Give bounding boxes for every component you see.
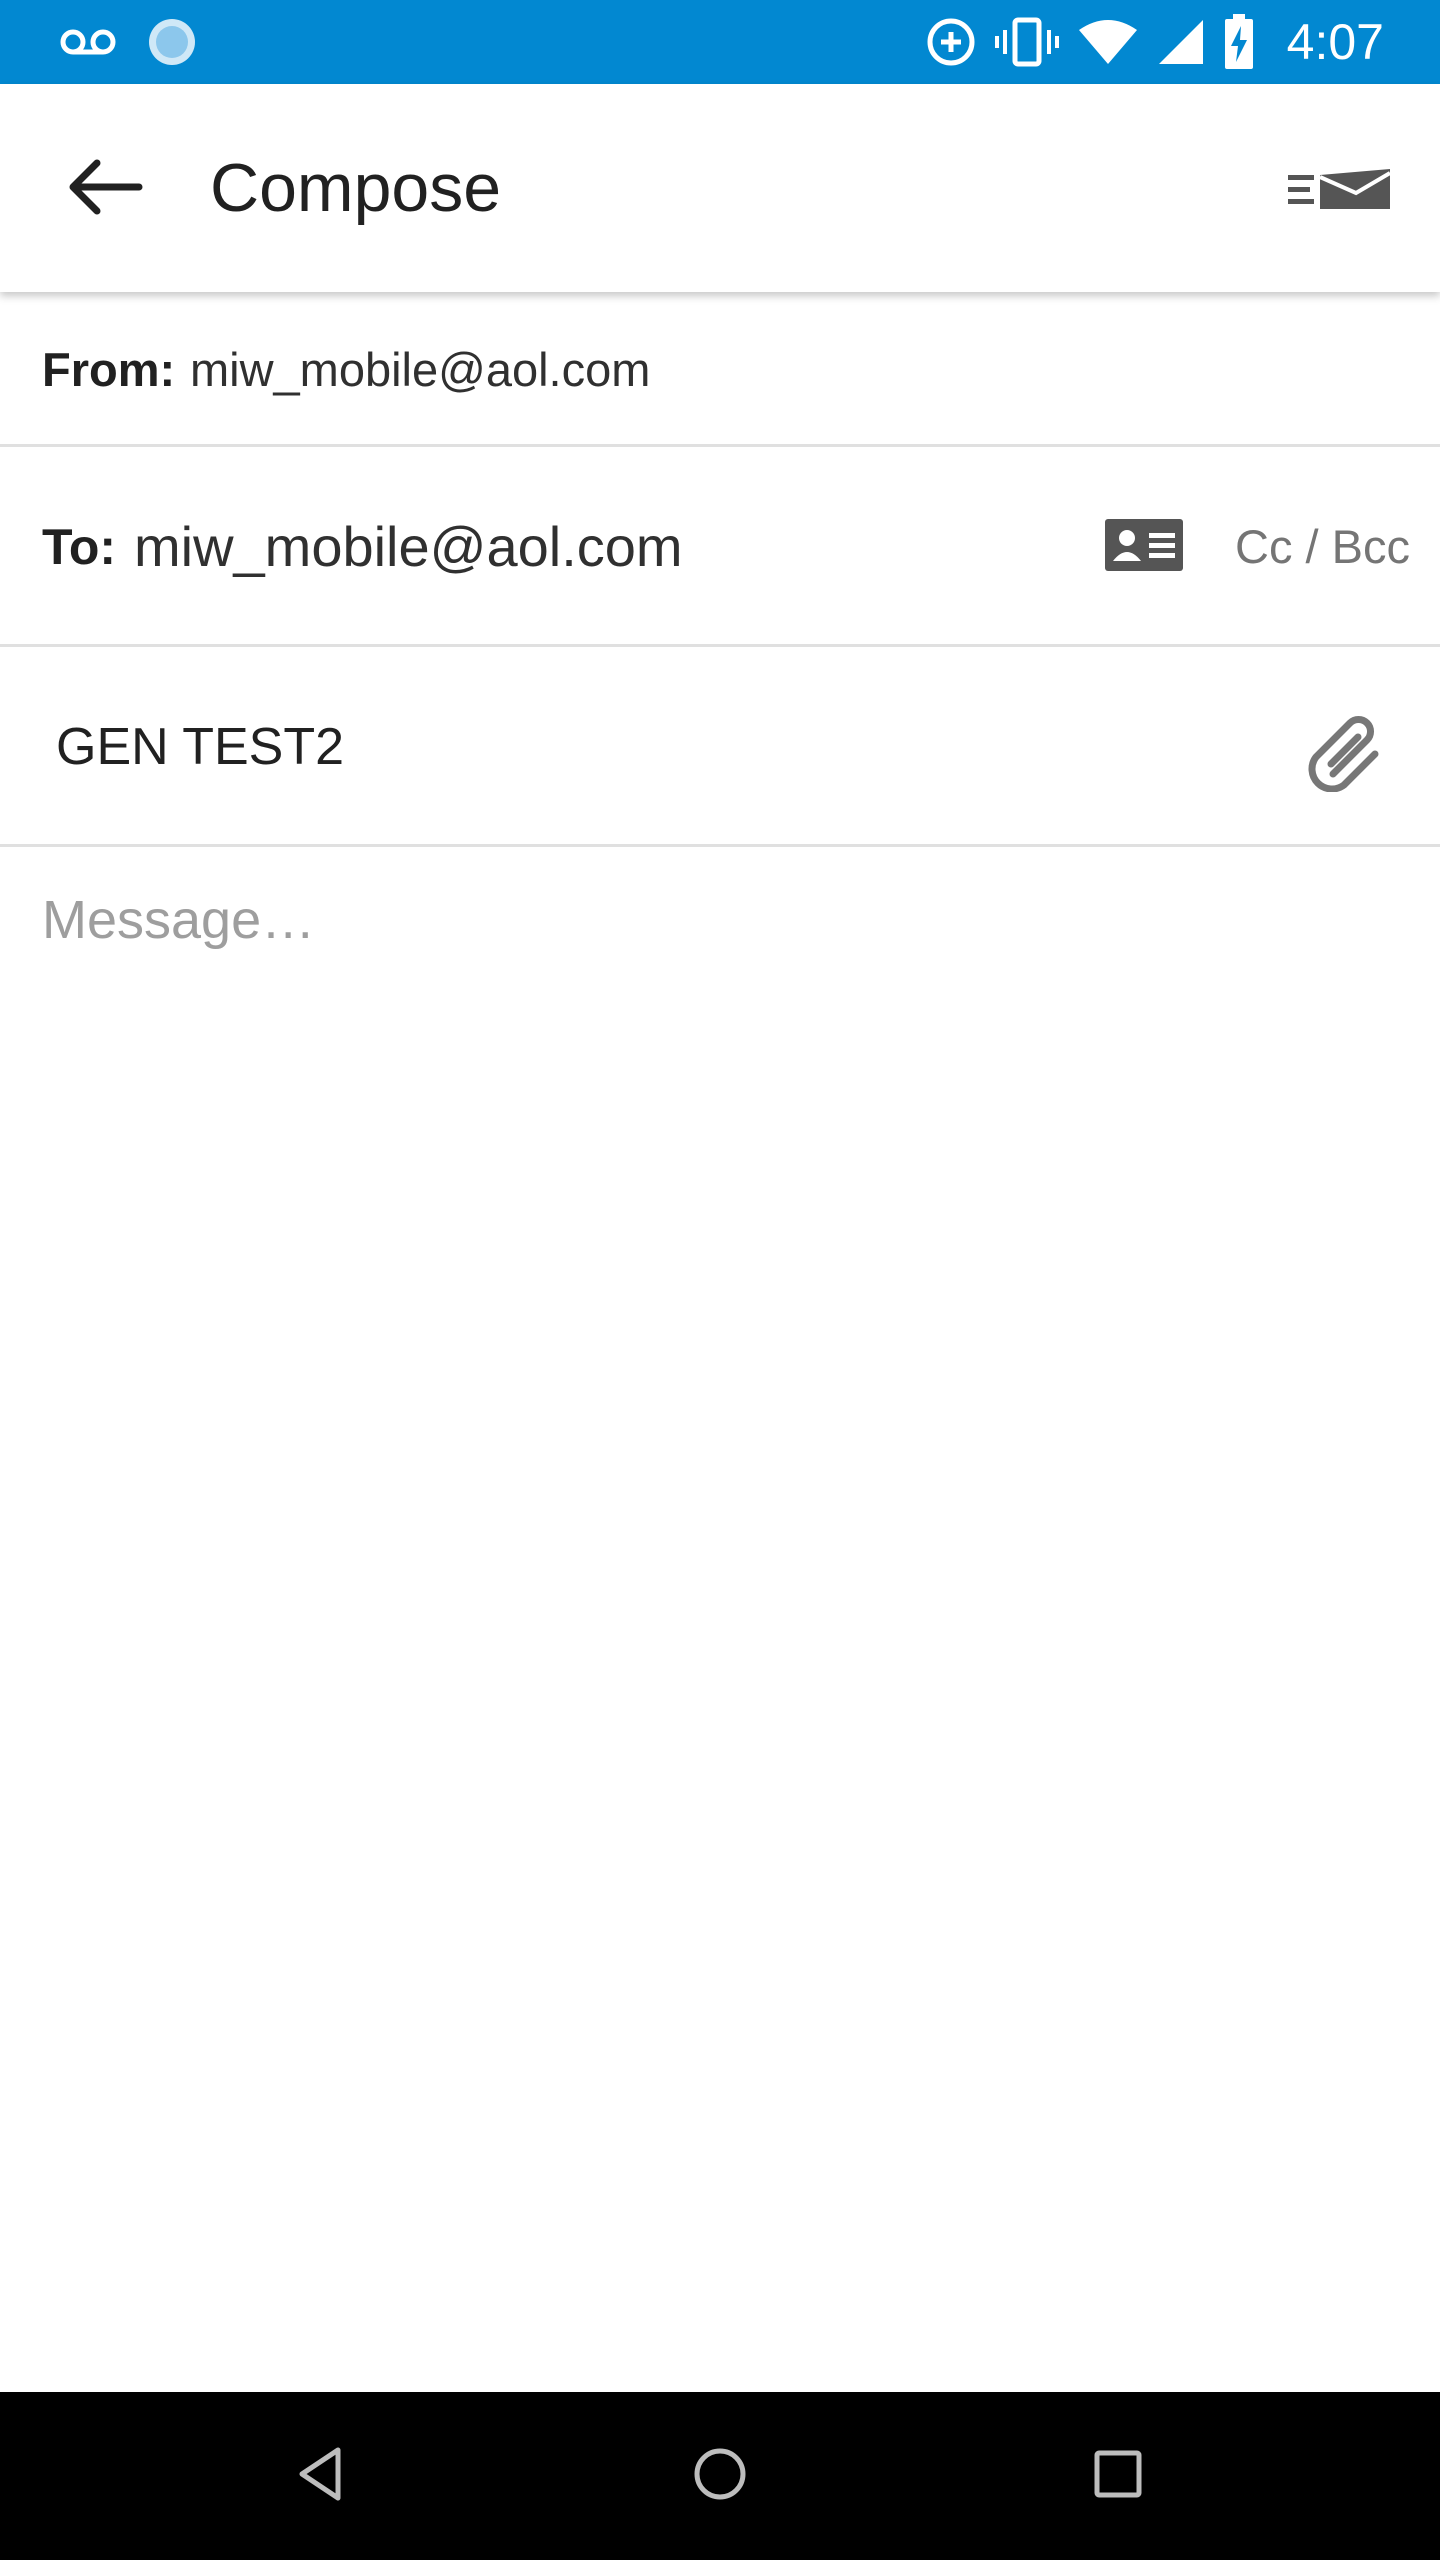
sync-icon bbox=[146, 16, 198, 68]
clock: 4:07 bbox=[1286, 14, 1384, 70]
to-label: To: bbox=[42, 519, 117, 575]
subject-row: GEN TEST2 bbox=[0, 647, 1440, 847]
back-button[interactable] bbox=[48, 134, 158, 244]
nav-home-icon bbox=[690, 2444, 750, 2509]
send-mail-icon bbox=[1284, 165, 1394, 220]
voicemail-icon bbox=[60, 27, 116, 57]
subject-field[interactable]: GEN TEST2 bbox=[56, 647, 344, 847]
data-saver-icon bbox=[925, 16, 977, 68]
nav-home-button[interactable] bbox=[670, 2426, 770, 2526]
send-button[interactable] bbox=[1274, 142, 1404, 242]
app-bar: Compose bbox=[0, 84, 1440, 292]
arrow-back-icon bbox=[63, 155, 143, 224]
from-value[interactable]: miw_mobile@aol.com bbox=[190, 292, 650, 447]
cc-bcc-button[interactable]: Cc / Bcc bbox=[1235, 447, 1410, 647]
wifi-icon bbox=[1077, 18, 1139, 66]
to-row: To: miw_mobile@aol.com Cc / Bcc bbox=[0, 447, 1440, 647]
vibrate-icon bbox=[994, 16, 1059, 68]
paperclip-icon bbox=[1303, 708, 1387, 797]
navigation-bar bbox=[0, 2392, 1440, 2560]
from-row: From: miw_mobile@aol.com bbox=[0, 292, 1440, 447]
from-label: From: bbox=[42, 343, 176, 396]
nav-back-button[interactable] bbox=[272, 2426, 372, 2526]
contact-card-icon bbox=[1105, 518, 1183, 576]
attach-button[interactable] bbox=[1300, 707, 1390, 797]
nav-recents-button[interactable] bbox=[1068, 2426, 1168, 2526]
status-bar: 4:07 bbox=[0, 0, 1440, 84]
battery-charging-icon bbox=[1223, 14, 1255, 70]
to-field[interactable]: miw_mobile@aol.com bbox=[134, 447, 683, 647]
contacts-button[interactable] bbox=[1104, 517, 1184, 577]
nav-back-icon bbox=[292, 2444, 352, 2509]
signal-icon bbox=[1157, 18, 1205, 66]
message-placeholder: Message… bbox=[42, 890, 316, 950]
nav-recents-icon bbox=[1088, 2444, 1148, 2509]
page-title: Compose bbox=[210, 150, 502, 226]
message-body[interactable]: Message… bbox=[0, 847, 1440, 2392]
